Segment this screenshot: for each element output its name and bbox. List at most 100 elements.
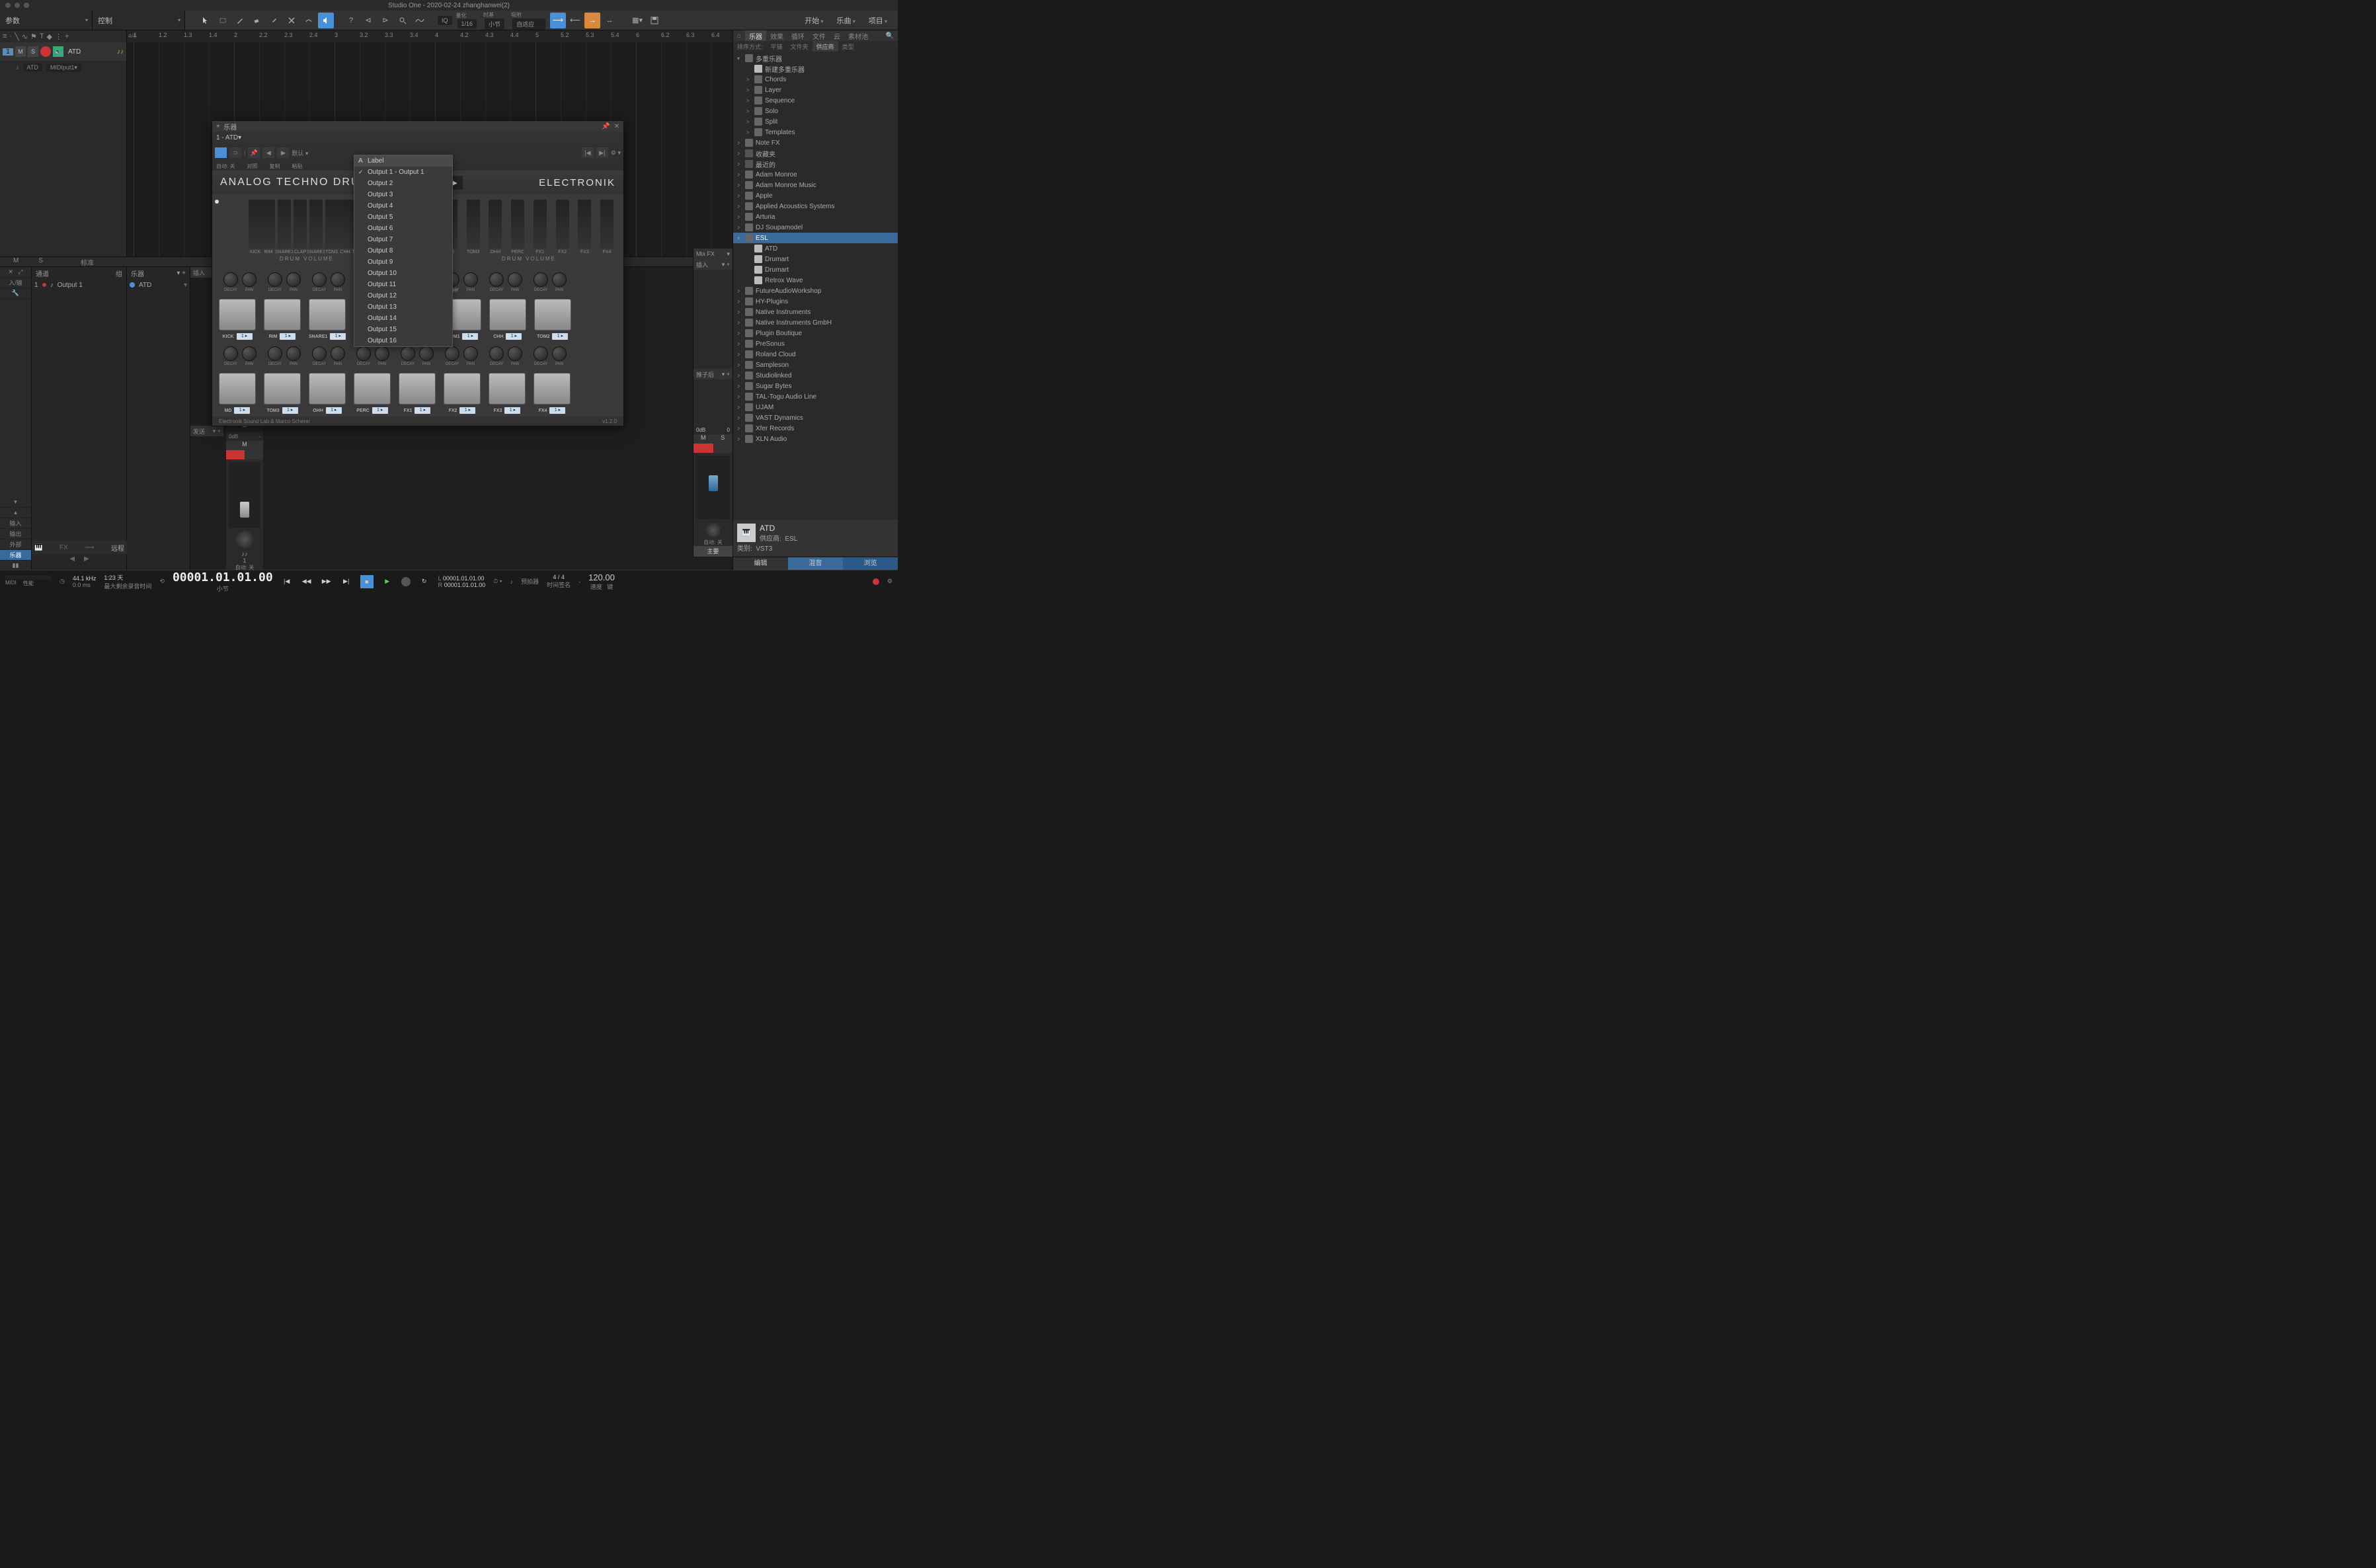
plugin-gear-icon[interactable]: ⚙ ▾ [611,149,621,157]
bend-tool[interactable] [301,13,317,28]
nav-down1[interactable]: ▾ [0,497,31,508]
output-menu-item[interactable]: Output 1 - Output 1 [354,167,452,178]
tree-item[interactable]: >PreSonus [733,338,898,349]
drum-fader[interactable] [309,200,323,249]
output-menu-item[interactable]: Output 2 [354,178,452,189]
decay-knob[interactable] [401,346,415,361]
ruler-flag-icon[interactable]: ⚑ [30,32,37,41]
track-name[interactable]: ATD [68,48,81,56]
insert-header[interactable]: 插入 [193,268,205,277]
tree-item[interactable]: >DJ Soupamodel [733,222,898,233]
pan-knob[interactable] [508,346,522,361]
link-icon[interactable]: ⟶ [85,544,94,551]
tree-item[interactable]: >Apple [733,190,898,201]
browser-tab-fx[interactable]: 效果 [766,30,787,41]
drum-pad[interactable] [264,299,301,331]
metronome-icon[interactable]: ⏱ ▾ [493,578,502,585]
marker-prev-icon[interactable]: ⊲ [360,13,376,28]
tree-item[interactable]: >UJAM [733,402,898,412]
tree-item[interactable]: >TAL-Togu Audio Line [733,391,898,402]
tree-item[interactable]: >Adam Monroe Music [733,180,898,190]
nav-down2[interactable]: ▴ [0,508,31,518]
plugin-power[interactable]: ⏻ [215,147,227,158]
pad-lcd[interactable]: 1 ▸ [459,407,475,414]
tree-item[interactable]: >Adam Monroe [733,169,898,180]
strip-pan[interactable] [236,531,253,548]
master-auto[interactable]: 自动: 关 [693,539,733,546]
pan-knob[interactable] [552,272,567,287]
pad-lcd[interactable]: 1 ▸ [415,407,430,414]
nav-output[interactable]: 输出 [0,529,31,539]
decay-knob[interactable] [534,346,548,361]
browser-tab-inst[interactable]: 乐器 [745,30,766,41]
sort-vendor[interactable]: 供应商 [812,41,838,52]
close-icon[interactable]: ✕ [614,123,619,130]
monitor-button[interactable]: 🔈 [53,46,63,57]
send-header[interactable]: 发送 [193,427,205,436]
rewind-start[interactable]: |◀ [281,576,293,588]
output-menu-item[interactable]: Output 8 [354,245,452,256]
plugin-sidechain[interactable]: ⊃ [229,147,241,158]
pad-lcd[interactable]: 1 ▸ [280,333,296,340]
drum-pad[interactable] [309,373,346,405]
ruler-settings-icon[interactable]: ⋮ [55,32,62,41]
forward-end[interactable]: ▶| [340,576,352,588]
master-label[interactable]: 主要 [693,546,733,557]
decay-knob[interactable] [445,346,459,361]
sync-icon[interactable]: ⟲ [159,578,165,585]
snap-value[interactable]: 自适应 [512,19,545,30]
pan-knob[interactable] [508,272,522,287]
project-menu[interactable]: 项目 [869,15,887,26]
master-solo[interactable]: S [713,434,733,444]
browser-home[interactable]: ⌂ [733,30,745,41]
plugin-copy[interactable]: 复制 [269,163,280,170]
pad-lcd[interactable]: 1 ▸ [552,333,568,340]
pad-lcd[interactable]: 1 ▸ [504,407,520,414]
tree-item[interactable]: >Sugar Bytes [733,381,898,391]
pan-knob[interactable] [552,346,567,361]
drum-fader[interactable] [600,200,614,249]
decay-knob[interactable] [223,272,238,287]
pad-lcd[interactable]: 1 ▸ [549,407,565,414]
tree-item[interactable]: >HY-Plugins [733,296,898,307]
output-menu-item[interactable]: Output 11 [354,279,452,290]
inst-menu-icon[interactable]: ▾ [184,282,187,289]
pad-lcd[interactable]: 1 ▸ [462,333,478,340]
pan-knob[interactable] [242,272,257,287]
loop-button[interactable]: ↻ [418,576,430,588]
rewind[interactable]: ◀◀ [301,576,313,588]
output-menu-item[interactable]: Output 9 [354,256,452,268]
mute-button[interactable]: M [15,46,26,57]
settings-icon[interactable]: ⚙ [887,578,892,585]
tree-item[interactable]: >收藏夹 [733,148,898,159]
play-button[interactable]: ▶ [381,576,393,588]
track-midi[interactable]: MIDIput1▾ [46,63,81,72]
console-close[interactable]: ✕ ⤢ [0,267,31,278]
pan-knob[interactable] [463,272,478,287]
drum-pad[interactable] [489,373,526,405]
time-sig[interactable]: 4 / 4 [553,574,565,580]
draw-tool[interactable] [232,13,248,28]
output-routing-menu[interactable]: A Label Output 1 - Output 1Output 2Outpu… [354,155,453,347]
ruler-diamond-icon[interactable]: ◆ [47,32,52,41]
drum-pad[interactable] [534,299,571,331]
tree-item[interactable]: ATD [733,243,898,254]
strip-fader[interactable] [229,462,260,528]
master-fader[interactable] [696,455,730,519]
browser-tab-cloud[interactable]: 云 [830,30,844,41]
tree-item[interactable]: Drumart [733,264,898,275]
loop-r[interactable]: 00001.01.01.00 [444,582,486,588]
output-menu-item[interactable]: Output 13 [354,301,452,313]
record-button[interactable] [401,577,411,586]
pad-lcd[interactable]: 1 ▸ [372,407,388,414]
tree-item[interactable]: >Native Instruments GmbH [733,317,898,328]
timebase-value[interactable]: 小节 [485,19,504,30]
pad-lcd[interactable]: 1 ▸ [282,407,298,414]
strip-mute[interactable]: M [226,441,263,450]
sort-type[interactable]: 类型 [838,41,858,52]
inst-add-icon[interactable]: ▾ + [177,270,186,277]
drum-fader[interactable] [534,200,547,249]
nav-instrument[interactable]: 乐器 [0,550,31,561]
decay-knob[interactable] [312,272,327,287]
tree-item[interactable]: >Sampleson [733,360,898,370]
